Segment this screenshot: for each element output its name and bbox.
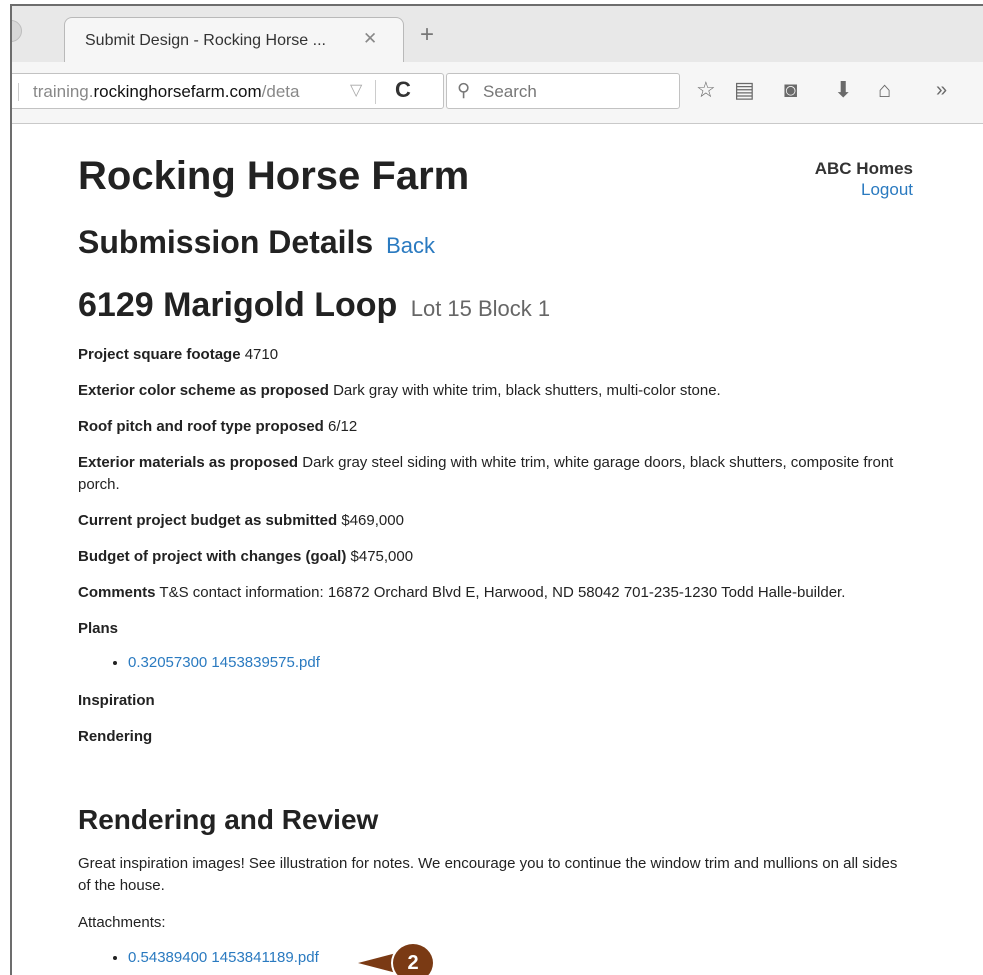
field-comments: Comments T&S contact information: 16872 … xyxy=(78,584,846,601)
tab-close-icon[interactable]: ✕ xyxy=(363,29,377,49)
home-icon[interactable]: ⌂ xyxy=(878,78,891,102)
back-link[interactable]: Back xyxy=(386,233,435,258)
address-heading: 6129 Marigold Loop Lot 15 Block 1 xyxy=(78,286,550,325)
url-separator xyxy=(375,80,376,104)
site-title: Rocking Horse Farm xyxy=(78,154,470,198)
rendering-label: Rendering xyxy=(78,728,153,745)
plans-label: Plans xyxy=(78,620,119,637)
address-bar[interactable]: training.rockinghorsefarm.com/deta ▽ C xyxy=(12,73,444,109)
field-color-scheme: Exterior color scheme as proposed Dark g… xyxy=(78,382,721,399)
tab-bar: Submit Design - Rocking Horse ... ✕ + xyxy=(12,6,983,63)
bookmark-star-icon[interactable]: ☆ xyxy=(696,78,716,102)
inspiration-label: Inspiration xyxy=(78,692,155,709)
site-info-icon[interactable] xyxy=(12,83,19,101)
field-goal-budget: Budget of project with changes (goal) $4… xyxy=(78,548,414,565)
overflow-menu-icon[interactable]: » xyxy=(936,78,947,102)
attachments-list: 0.54389400 1453841189.pdf xyxy=(128,949,319,966)
field-current-budget: Current project budget as submitted $469… xyxy=(78,512,404,529)
list-item: 0.32057300 1453839575.pdf xyxy=(128,652,918,674)
new-tab-button[interactable]: + xyxy=(420,23,434,47)
submission-fields: Project square footage 4710 Exterior col… xyxy=(78,344,918,762)
user-block: ABC Homes Logout xyxy=(815,158,913,200)
search-icon: ⚲ xyxy=(457,80,471,100)
search-placeholder: Search xyxy=(483,82,537,101)
field-exterior-materials: Exterior materials as proposed Dark gray… xyxy=(78,454,894,493)
url-dropdown-icon[interactable]: ▽ xyxy=(350,80,362,100)
search-input[interactable]: ⚲ Search xyxy=(446,73,680,109)
browser-window: Submit Design - Rocking Horse ... ✕ + tr… xyxy=(10,4,983,975)
reload-icon[interactable]: C xyxy=(395,77,411,103)
plans-list: 0.32057300 1453839575.pdf xyxy=(128,652,918,674)
page-title: Submission Details Back xyxy=(78,224,435,261)
field-roof: Roof pitch and roof type proposed 6/12 xyxy=(78,418,358,435)
window-control-dot[interactable] xyxy=(12,20,22,42)
lot-block: Lot 15 Block 1 xyxy=(410,296,551,321)
review-text: Great inspiration images! See illustrati… xyxy=(78,855,898,894)
url-text: training.rockinghorsefarm.com/deta xyxy=(33,82,300,101)
list-item: 0.54389400 1453841189.pdf xyxy=(128,949,319,966)
user-name: ABC Homes xyxy=(814,159,913,178)
downloads-icon[interactable]: ⬇ xyxy=(834,78,852,102)
page-content: Rocking Horse Farm ABC Homes Logout Subm… xyxy=(12,124,983,975)
reading-list-icon[interactable]: ▤ xyxy=(734,78,755,102)
attachment-file-link[interactable]: 0.54389400 1453841189.pdf xyxy=(128,949,319,966)
plan-file-link[interactable]: 0.32057300 1453839575.pdf xyxy=(128,654,320,671)
nav-bar: training.rockinghorsefarm.com/deta ▽ C ⚲… xyxy=(12,62,983,124)
address: 6129 Marigold Loop xyxy=(78,286,398,324)
submission-heading: Submission Details xyxy=(78,224,374,260)
field-square-footage: Project square footage 4710 xyxy=(78,346,279,363)
logout-link[interactable]: Logout xyxy=(861,180,913,199)
review-heading: Rendering and Review xyxy=(78,804,379,835)
tab-submit-design[interactable]: Submit Design - Rocking Horse ... ✕ xyxy=(64,17,404,63)
pocket-icon[interactable]: ◙ xyxy=(784,78,797,102)
attachments-label: Attachments: xyxy=(78,914,166,931)
tab-title: Submit Design - Rocking Horse ... xyxy=(85,32,326,49)
